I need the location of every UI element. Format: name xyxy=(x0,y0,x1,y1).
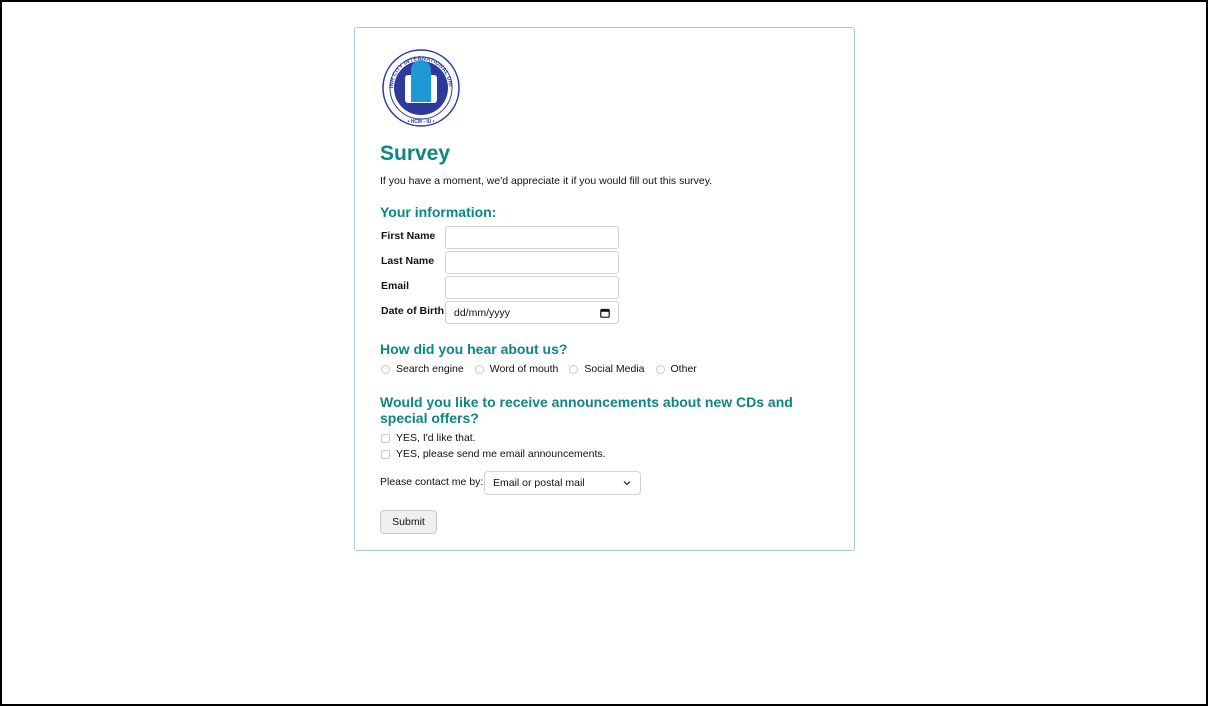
date-placeholder: dd/mm/yyyy xyxy=(454,306,511,319)
radio-search-engine[interactable]: Search engine xyxy=(381,363,464,375)
announcements-heading: Would you like to receive announcements … xyxy=(380,394,793,426)
radio-button[interactable] xyxy=(381,364,390,374)
radio-label: Word of mouth xyxy=(489,363,559,375)
survey-intro: If you have a moment, we'd appreciate it… xyxy=(380,175,713,187)
first-name-input[interactable] xyxy=(445,226,619,249)
date-of-birth-input[interactable]: dd/mm/yyyy xyxy=(445,301,619,324)
radio-label: Other xyxy=(670,363,697,375)
contact-method-label: Please contact me by: xyxy=(380,476,484,488)
last-name-input[interactable] xyxy=(445,251,619,274)
checkbox[interactable] xyxy=(381,433,390,443)
chevron-down-icon xyxy=(623,481,631,486)
calendar-icon[interactable] xyxy=(600,308,610,318)
last-name-label: Last Name xyxy=(381,255,435,267)
hear-options: Search engine Word of mouth Social Media… xyxy=(381,363,708,375)
survey-card: HOCHIMINH CITY INTERNATIONAL UNIVERSITY … xyxy=(354,27,855,551)
checkbox[interactable] xyxy=(381,449,390,459)
contact-method-select[interactable]: Email or postal mail xyxy=(484,471,641,495)
checkbox-label: YES, I'd like that. xyxy=(396,432,476,444)
date-of-birth-label: Date of Birth xyxy=(381,305,444,317)
email-input[interactable] xyxy=(445,276,619,299)
university-logo: HOCHIMINH CITY INTERNATIONAL UNIVERSITY … xyxy=(381,48,460,127)
radio-other[interactable]: Other xyxy=(655,363,697,375)
radio-social-media[interactable]: Social Media xyxy=(569,363,645,375)
first-name-label: First Name xyxy=(381,230,436,242)
radio-button[interactable] xyxy=(655,364,665,374)
radio-label: Search engine xyxy=(396,363,464,375)
logo-ring-text-bottom: • HCM - IU • xyxy=(407,119,434,125)
radio-label: Social Media xyxy=(584,363,645,375)
your-information-heading: Your information: xyxy=(380,204,497,220)
checkbox-yes-like-that[interactable]: YES, I'd like that. xyxy=(381,432,476,444)
page-title: Survey xyxy=(380,142,451,165)
how-did-you-hear-heading: How did you hear about us? xyxy=(380,341,568,357)
checkbox-email-announcements[interactable]: YES, please send me email announcements. xyxy=(381,448,606,460)
submit-button[interactable]: Submit xyxy=(380,510,437,534)
radio-button[interactable] xyxy=(569,364,579,374)
email-label: Email xyxy=(381,280,410,292)
radio-button[interactable] xyxy=(474,364,484,374)
radio-word-of-mouth[interactable]: Word of mouth xyxy=(474,363,559,375)
checkbox-label: YES, please send me email announcements. xyxy=(396,448,606,460)
contact-method-value: Email or postal mail xyxy=(493,477,585,489)
